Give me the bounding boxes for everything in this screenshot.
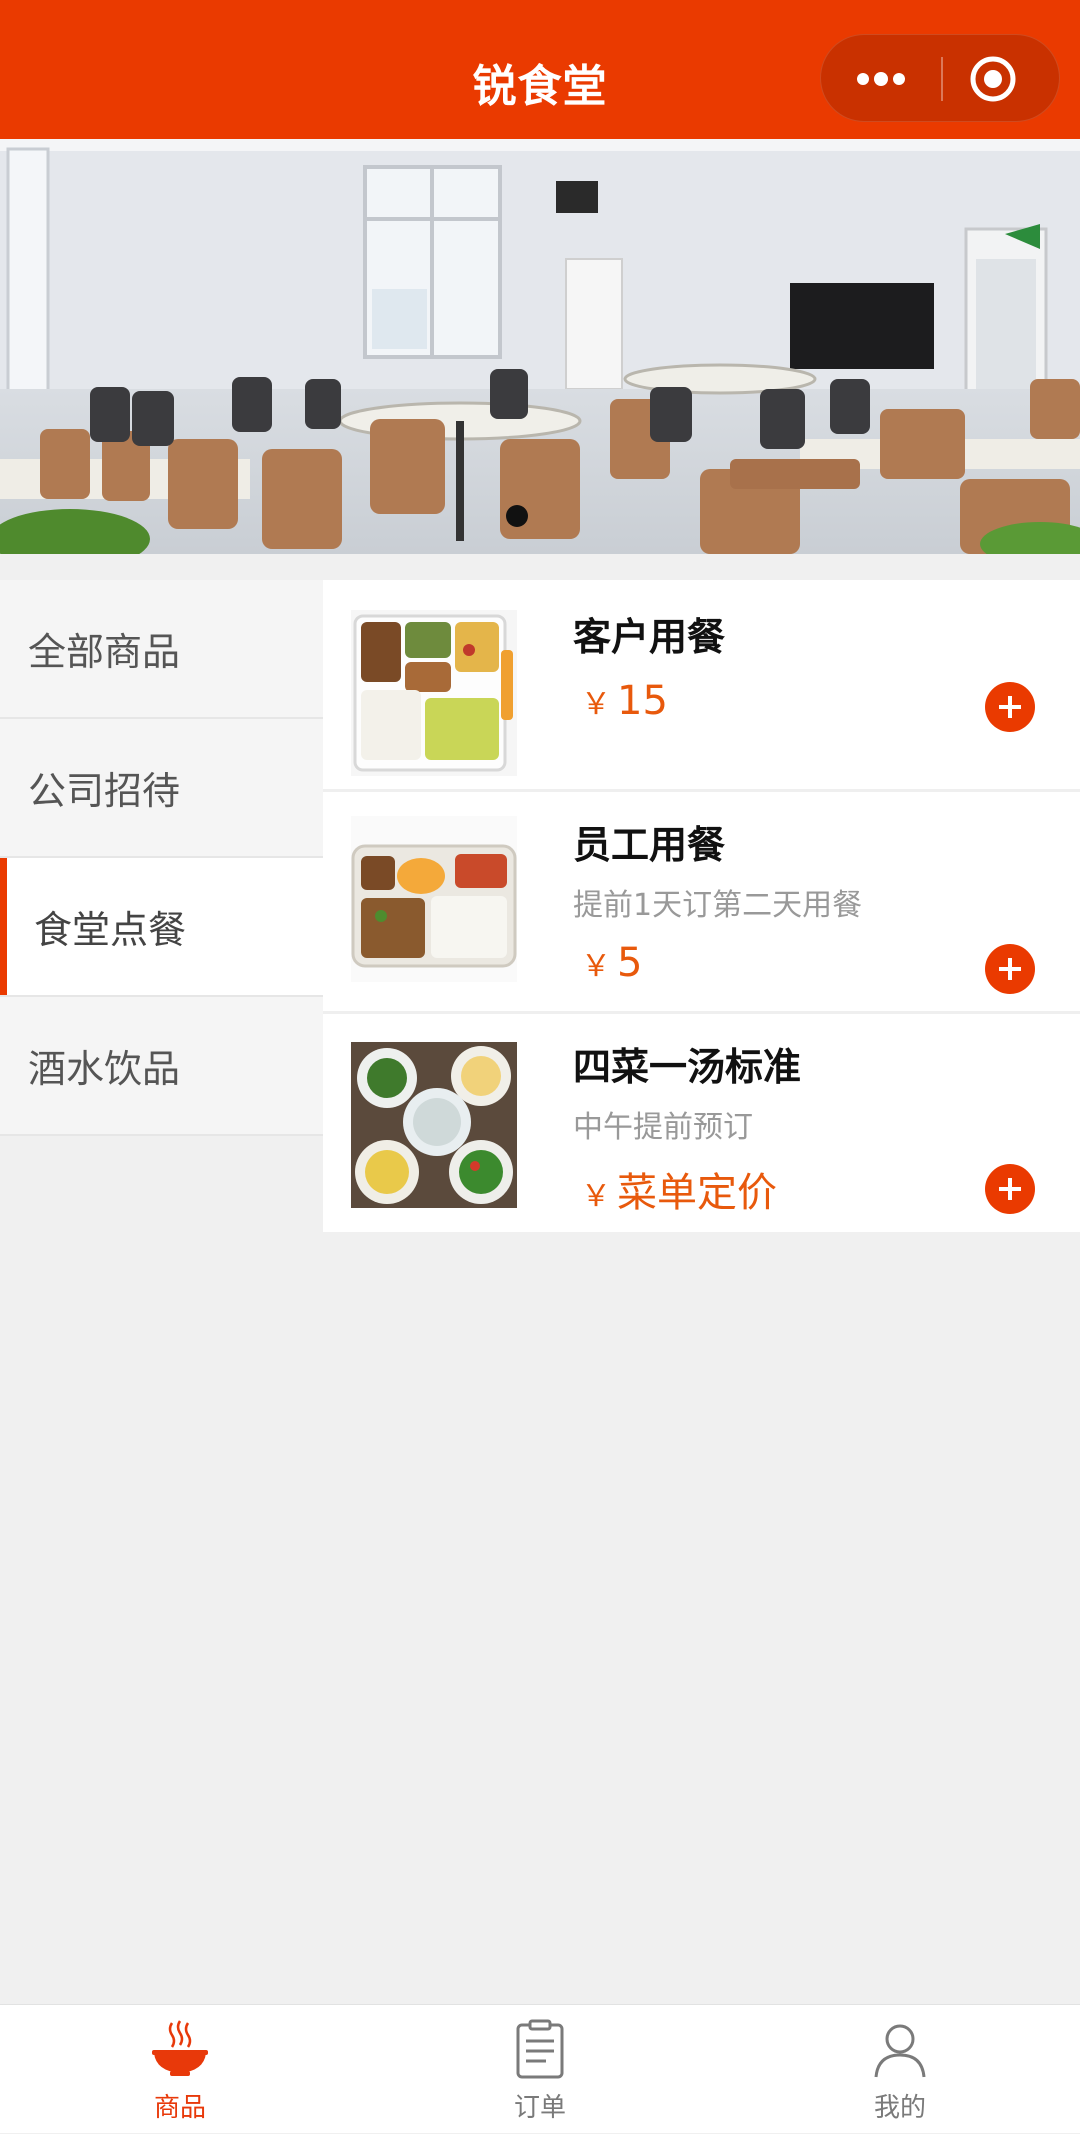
tab-label: 我的 bbox=[873, 2093, 926, 2123]
add-to-cart-button[interactable] bbox=[985, 682, 1035, 732]
plus-icon bbox=[999, 696, 1021, 718]
tab-label: 商品 bbox=[153, 2093, 206, 2123]
currency-symbol: ￥ bbox=[581, 949, 611, 984]
tab-orders[interactable]: 订单 bbox=[360, 2005, 720, 2134]
canteen-photo bbox=[0, 139, 1080, 554]
category-label: 酒水饮品 bbox=[28, 1047, 181, 1091]
nav-bar: 锐食堂 bbox=[0, 0, 1080, 139]
target-circle-icon[interactable] bbox=[969, 55, 1017, 103]
banner-carousel[interactable] bbox=[0, 139, 1080, 554]
tab-label: 订单 bbox=[513, 2093, 566, 2123]
food-bowl-icon bbox=[152, 2020, 208, 2076]
product-price: ￥ 菜单定价 bbox=[581, 1160, 777, 1218]
category-label: 食堂点餐 bbox=[34, 908, 187, 952]
price-value: 菜单定价 bbox=[617, 1170, 777, 1216]
currency-symbol: ￥ bbox=[581, 1179, 611, 1214]
tab-profile[interactable]: 我的 bbox=[720, 2005, 1080, 2134]
plus-icon bbox=[999, 958, 1021, 980]
list-item[interactable]: 客户用餐 ￥ 15 bbox=[323, 580, 1080, 792]
product-name: 客户用餐 bbox=[573, 615, 726, 659]
category-item-drinks[interactable]: 酒水饮品 bbox=[0, 997, 323, 1136]
product-image bbox=[351, 610, 517, 776]
product-image bbox=[351, 816, 517, 982]
more-dots-icon[interactable] bbox=[851, 59, 911, 99]
add-to-cart-button[interactable] bbox=[985, 944, 1035, 994]
tab-products[interactable]: 商品 bbox=[0, 2005, 360, 2134]
product-list: 客户用餐 ￥ 15 员工用餐 提前1天订第二天用餐 ￥ 5 四菜一汤标准 中午提… bbox=[323, 580, 1080, 1232]
category-item-canteen-order[interactable]: 食堂点餐 bbox=[0, 858, 323, 997]
product-image bbox=[351, 1042, 517, 1208]
category-sidebar: 全部商品 公司招待 食堂点餐 酒水饮品 bbox=[0, 580, 323, 1136]
product-description: 提前1天订第二天用餐 bbox=[573, 888, 863, 923]
capsule-divider bbox=[941, 57, 943, 101]
add-to-cart-button[interactable] bbox=[985, 1164, 1035, 1214]
carousel-indicator-dot[interactable] bbox=[506, 505, 528, 527]
list-item[interactable]: 四菜一汤标准 中午提前预订 ￥ 菜单定价 bbox=[323, 1014, 1080, 1232]
price-value: 15 bbox=[617, 678, 668, 724]
mini-program-capsule bbox=[820, 34, 1060, 122]
category-label: 全部商品 bbox=[28, 630, 181, 674]
category-label: 公司招待 bbox=[28, 769, 181, 813]
category-item-company-reception[interactable]: 公司招待 bbox=[0, 719, 323, 858]
product-description: 中午提前预订 bbox=[573, 1110, 753, 1145]
bottom-tab-bar: 商品 订单 我的 bbox=[0, 2004, 1080, 2133]
price-value: 5 bbox=[617, 940, 643, 986]
product-price: ￥ 5 bbox=[581, 940, 642, 986]
user-profile-icon bbox=[874, 2024, 926, 2078]
product-name: 四菜一汤标准 bbox=[573, 1045, 802, 1089]
order-clipboard-icon bbox=[516, 2019, 564, 2079]
currency-symbol: ￥ bbox=[581, 687, 611, 722]
list-item[interactable]: 员工用餐 提前1天订第二天用餐 ￥ 5 bbox=[323, 792, 1080, 1014]
plus-icon bbox=[999, 1178, 1021, 1200]
category-item-all[interactable]: 全部商品 bbox=[0, 580, 323, 719]
product-name: 员工用餐 bbox=[573, 823, 726, 867]
product-price: ￥ 15 bbox=[581, 678, 668, 724]
